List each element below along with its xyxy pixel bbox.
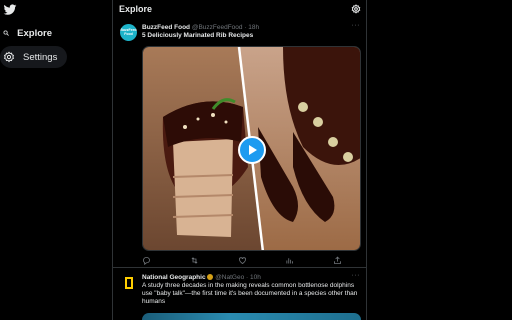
explore-column: Explore BuzzFeed Food BuzzFeed Food @Buz… (112, 0, 367, 320)
author-handle[interactable]: @BuzzFeedFood · 18h (192, 24, 259, 31)
tweet-text: A study three decades in the making reve… (142, 282, 358, 305)
avatar[interactable] (120, 274, 137, 291)
page-title: Explore (119, 4, 153, 14)
nav-settings[interactable]: Settings (0, 46, 67, 68)
twitter-bird-icon[interactable] (3, 3, 17, 17)
more-options-icon[interactable]: ··· (352, 22, 361, 29)
heart-icon[interactable] (238, 256, 247, 265)
natgeo-logo-icon (124, 276, 133, 289)
share-icon[interactable] (333, 256, 342, 265)
tweet[interactable]: National Geographic @NatGeo · 10h ··· A … (113, 270, 366, 320)
nav-explore[interactable]: Explore (0, 22, 60, 44)
author-name[interactable]: National Geographic (142, 274, 206, 281)
play-button[interactable] (238, 136, 266, 164)
tweet-text: 5 Deliciously Marinated Rib Recipes (142, 32, 254, 39)
avatar-text: BuzzFeed Food (120, 27, 137, 36)
retweet-icon[interactable] (190, 256, 199, 265)
tweet-header: BuzzFeed Food @BuzzFeedFood · 18h (142, 24, 259, 31)
bar-chart-icon[interactable] (285, 256, 294, 265)
verified-badge-icon (207, 274, 214, 280)
author-name[interactable]: BuzzFeed Food (142, 24, 190, 31)
tweet-header: National Geographic @NatGeo · 10h (142, 274, 261, 281)
tweet-video[interactable] (142, 46, 361, 251)
left-nav: Explore Settings (0, 0, 112, 320)
avatar[interactable]: BuzzFeed Food (120, 24, 137, 41)
nav-settings-label: Settings (23, 51, 58, 63)
search-icon (3, 30, 9, 36)
tweet[interactable]: BuzzFeed Food BuzzFeed Food @BuzzFeedFoo… (113, 20, 366, 268)
gear-icon[interactable] (351, 4, 361, 14)
gear-icon (3, 51, 15, 63)
play-icon (249, 145, 257, 155)
nav-explore-label: Explore (17, 27, 52, 39)
tweet-image[interactable] (142, 313, 361, 320)
reply-icon[interactable] (142, 256, 151, 265)
author-handle[interactable]: @NatGeo · 10h (215, 274, 261, 281)
more-options-icon[interactable]: ··· (352, 272, 361, 279)
tweet-actions (142, 256, 342, 266)
explore-header: Explore (113, 0, 366, 18)
